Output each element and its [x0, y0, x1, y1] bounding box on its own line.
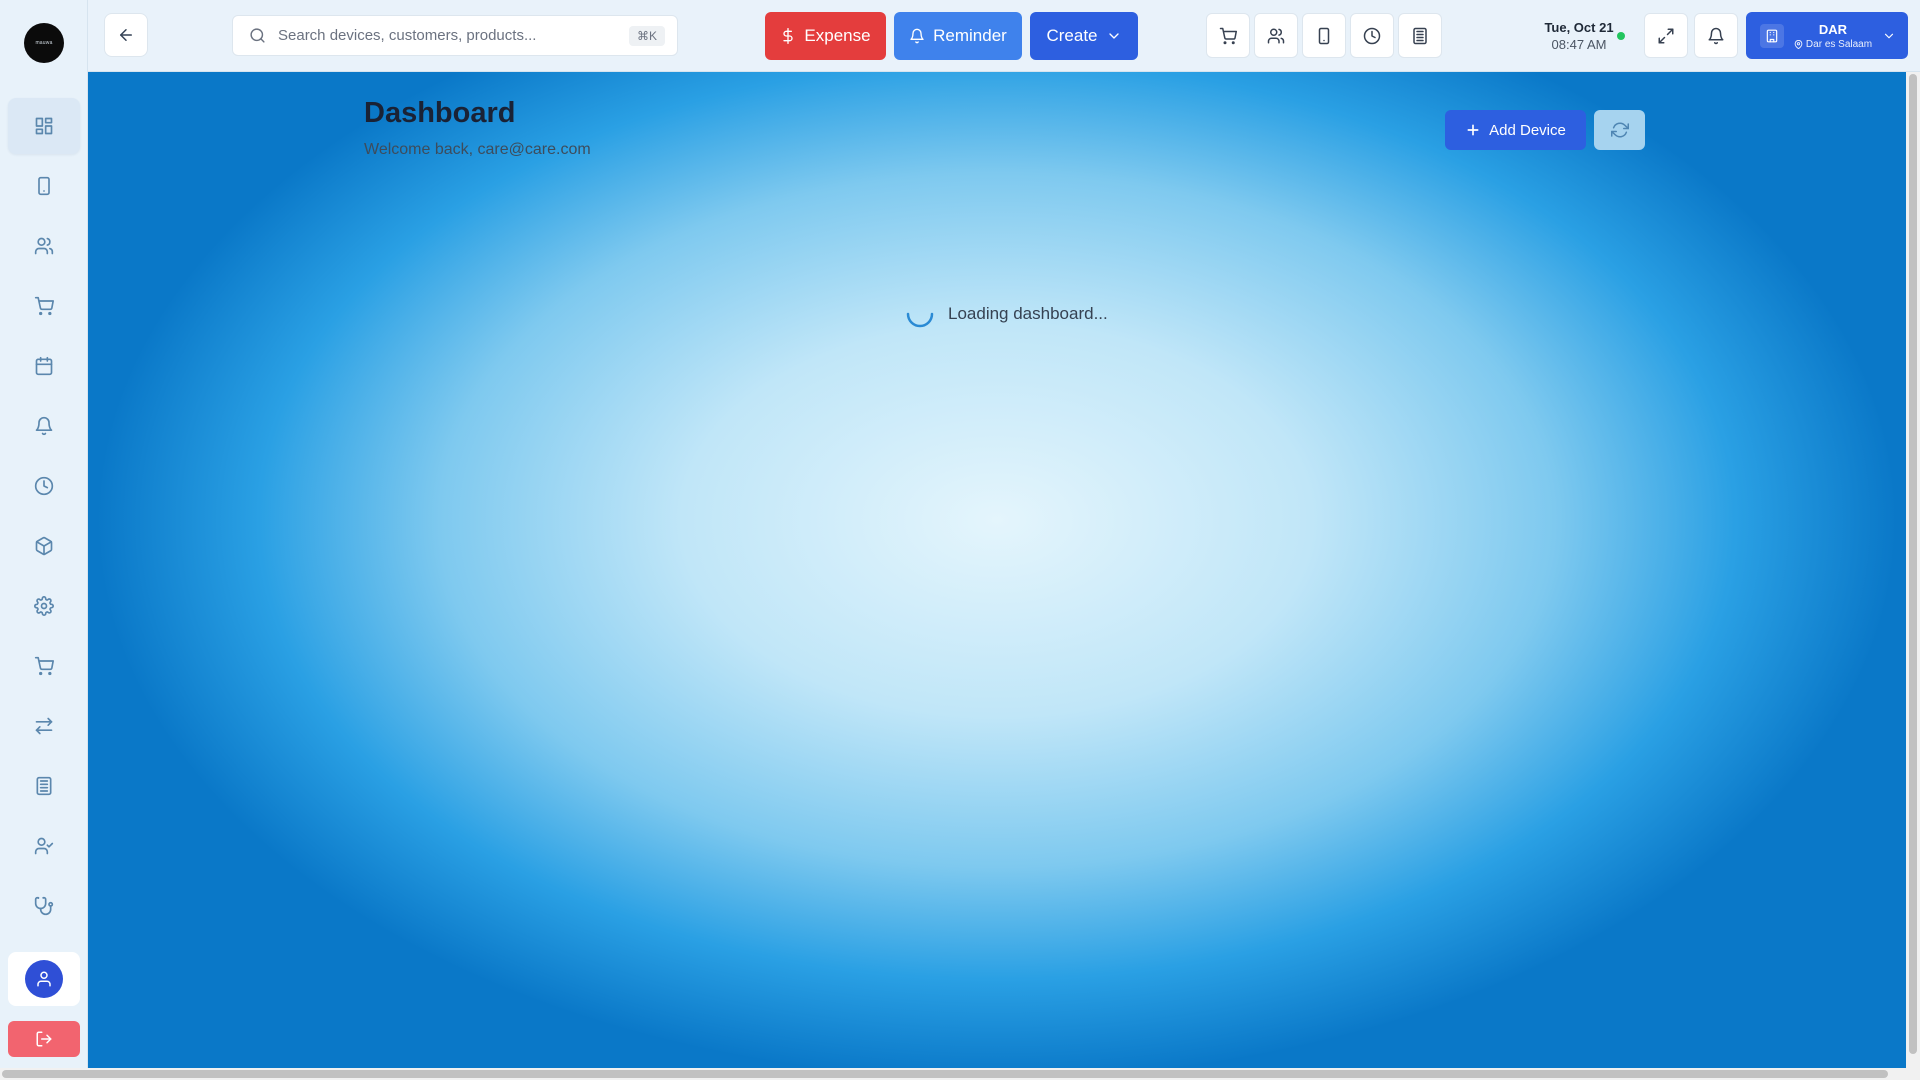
- sidebar-item-history[interactable]: [8, 458, 80, 514]
- sidebar-item-devices[interactable]: [8, 158, 80, 214]
- main-content: Dashboard Welcome back, care@care.com Ad…: [88, 72, 1906, 1068]
- expand-icon: [1658, 28, 1674, 43]
- calendar-icon: [35, 356, 53, 376]
- back-button[interactable]: [104, 13, 148, 57]
- online-status-indicator: [1617, 32, 1625, 40]
- bell-icon: [910, 28, 924, 44]
- branch-selector[interactable]: DAR Dar es Salaam: [1746, 12, 1908, 59]
- search-input[interactable]: Search devices, customers, products... ⌘…: [232, 15, 678, 56]
- sidebar-item-customers[interactable]: [8, 218, 80, 274]
- search-placeholder: Search devices, customers, products...: [278, 27, 537, 44]
- quick-sales-button[interactable]: [1206, 13, 1250, 58]
- search-shortcut: ⌘K: [628, 25, 665, 46]
- arrow-left-icon: [120, 29, 132, 41]
- welcome-message: Welcome back, care@care.com: [364, 141, 591, 158]
- sidebar-item-employees[interactable]: [8, 818, 80, 874]
- sidebar-item-reminders[interactable]: [8, 398, 80, 454]
- map-pin-icon: [1794, 39, 1803, 49]
- users-icon: [34, 237, 54, 255]
- vertical-scrollbar[interactable]: [1906, 72, 1920, 1068]
- cart-icon: [34, 296, 54, 316]
- logout-button[interactable]: [8, 1021, 80, 1057]
- building-icon: [1413, 27, 1427, 44]
- sidebar-item-settings[interactable]: [8, 578, 80, 634]
- cart-icon: [1219, 27, 1237, 44]
- profile-button[interactable]: [8, 952, 80, 1006]
- chevron-down-icon: [1108, 33, 1119, 39]
- users-icon: [1267, 28, 1285, 43]
- cart-icon: [34, 656, 54, 676]
- spinner-icon: [906, 312, 934, 328]
- gear-icon: [34, 596, 54, 616]
- quick-history-button[interactable]: [1350, 13, 1394, 58]
- vertical-scroll-thumb[interactable]: [1909, 74, 1917, 1054]
- package-icon: [35, 536, 53, 556]
- sidebar-item-branches[interactable]: [8, 758, 80, 814]
- building-icon: [1760, 23, 1784, 48]
- arrows-icon: [35, 717, 53, 735]
- branch-name: Dar es Salaam: [1805, 38, 1873, 50]
- user-check-icon: [34, 837, 54, 855]
- refresh-icon: [1610, 122, 1629, 138]
- sidebar-item-transfers[interactable]: [8, 698, 80, 754]
- quick-customers-button[interactable]: [1254, 13, 1298, 58]
- bell-icon: [1708, 27, 1724, 44]
- brand-logo[interactable]: mauwa: [24, 23, 64, 63]
- notifications-button[interactable]: [1694, 13, 1738, 58]
- sidebar-item-products[interactable]: [8, 518, 80, 574]
- clock-icon: [34, 476, 54, 496]
- stethoscope-icon: [34, 896, 54, 916]
- quick-branches-button[interactable]: [1398, 13, 1442, 58]
- phone-icon: [38, 176, 50, 196]
- sidebar-item-purchases[interactable]: [8, 638, 80, 694]
- reminder-button[interactable]: Reminder: [894, 12, 1022, 60]
- phone-icon: [1318, 27, 1330, 44]
- current-date: Tue, Oct 21: [1544, 20, 1614, 35]
- date-time: Tue, Oct 21 08:47 AM: [1504, 20, 1654, 52]
- page-title: Dashboard: [364, 97, 516, 129]
- horizontal-scrollbar[interactable]: [0, 1068, 1920, 1080]
- add-device-button[interactable]: Add Device: [1445, 110, 1586, 150]
- current-time: 08:47 AM: [1551, 37, 1607, 52]
- bell-icon: [35, 416, 53, 436]
- sidebar: mauwa: [0, 0, 88, 1068]
- sidebar-item-sales[interactable]: [8, 278, 80, 334]
- clock-icon: [1363, 27, 1381, 44]
- sidebar-item-diagnostics[interactable]: [8, 878, 80, 934]
- refresh-button[interactable]: [1594, 110, 1645, 150]
- search-icon: [250, 28, 265, 43]
- sidebar-item-calendar[interactable]: [8, 338, 80, 394]
- branch-code: DAR: [1818, 21, 1848, 37]
- plus-icon: [1467, 124, 1479, 136]
- horizontal-scroll-thumb[interactable]: [2, 1070, 1888, 1078]
- avatar: [25, 960, 63, 998]
- expense-button[interactable]: Expense: [765, 12, 886, 60]
- top-bar: Search devices, customers, products... ⌘…: [88, 0, 1920, 72]
- quick-devices-button[interactable]: [1302, 13, 1346, 58]
- loading-text: Loading dashboard...: [948, 304, 1108, 323]
- logout-icon: [36, 1031, 52, 1047]
- create-button[interactable]: Create: [1030, 12, 1138, 60]
- fullscreen-button[interactable]: [1644, 13, 1688, 58]
- chevron-down-icon: [1884, 33, 1894, 38]
- user-icon: [37, 971, 51, 987]
- grid-icon: [35, 117, 53, 135]
- dollar-icon: [783, 28, 794, 44]
- building-icon: [36, 776, 52, 796]
- loading-indicator: Loading dashboard...: [904, 298, 1108, 330]
- sidebar-item-dashboard[interactable]: [8, 98, 80, 154]
